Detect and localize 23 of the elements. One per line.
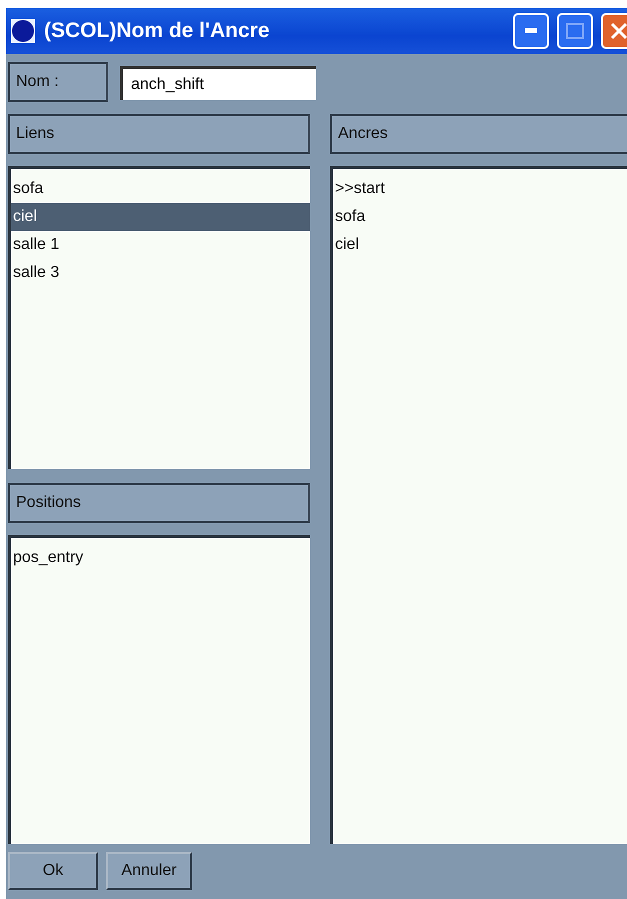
close-icon (610, 22, 627, 40)
dialog-button[interactable]: Ok (8, 852, 98, 890)
window-title: (SCOL)Nom de l'Ancre (44, 19, 271, 43)
close-button[interactable] (601, 13, 627, 49)
list-item[interactable]: ciel (11, 203, 310, 231)
minimize-icon (525, 28, 537, 34)
maximize-button[interactable] (557, 13, 593, 49)
dialog-button[interactable]: Annuler (106, 852, 192, 890)
list-item[interactable]: salle 3 (11, 259, 310, 287)
list-item[interactable]: salle 1 (11, 231, 310, 259)
list-item[interactable]: sofa (333, 203, 627, 231)
minimize-button[interactable] (513, 13, 549, 49)
maximize-icon (566, 23, 584, 39)
list-item[interactable]: ciel (333, 231, 627, 259)
section-header: Ancres (330, 114, 627, 154)
list-item[interactable]: pos_entry (11, 544, 310, 572)
name-field[interactable]: anch_shift (120, 66, 316, 100)
name-label: Nom : (8, 62, 108, 102)
section-header: Liens (8, 114, 310, 154)
list-item[interactable]: >>start (333, 175, 627, 203)
list-item[interactable]: sofa (11, 175, 310, 203)
app-icon (10, 18, 36, 44)
section-header: Positions (8, 483, 310, 523)
